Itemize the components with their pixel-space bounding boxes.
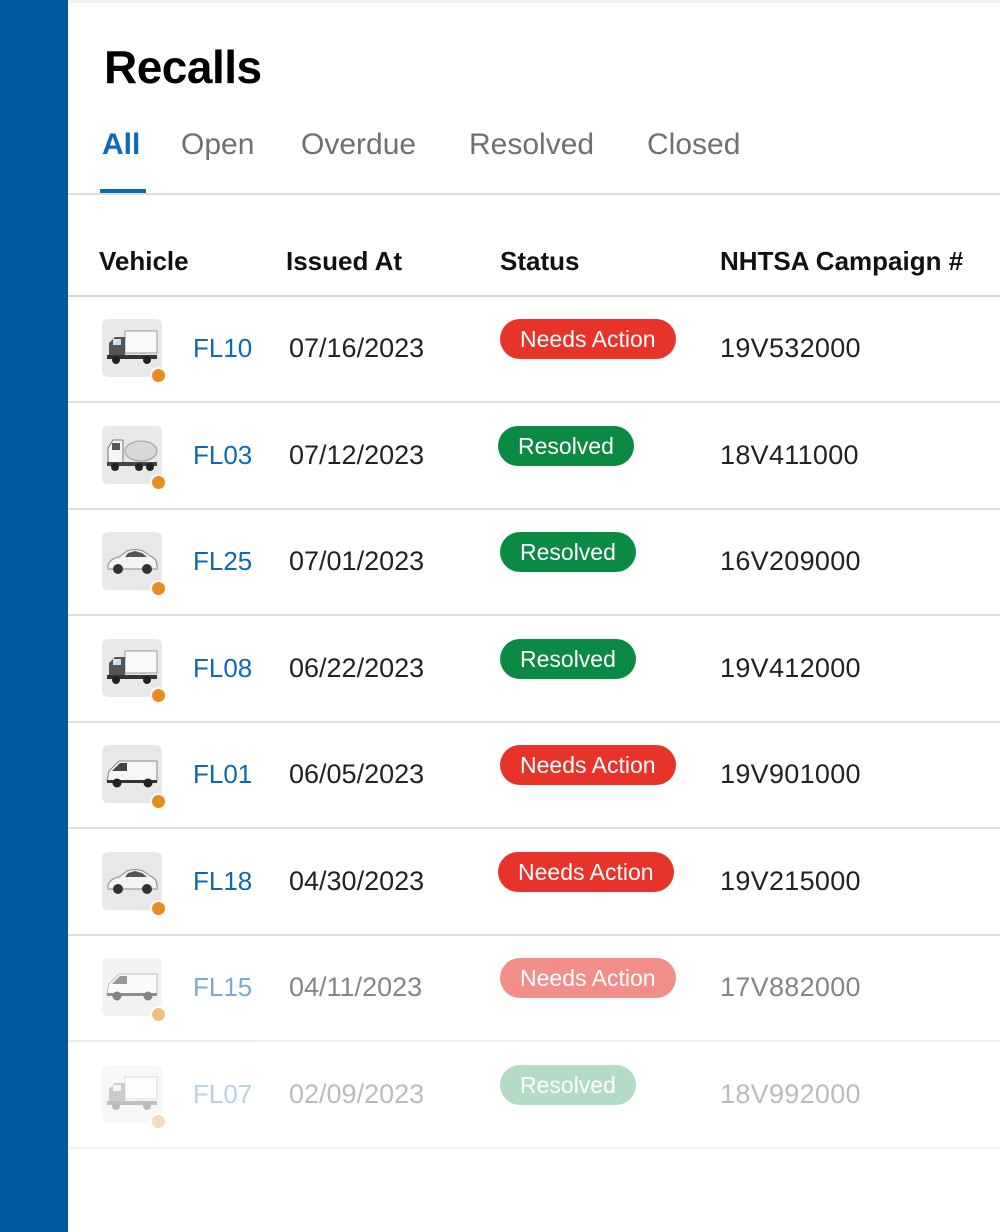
status-badge: Resolved	[500, 532, 636, 572]
status-dot	[150, 1113, 167, 1130]
issued-at-cell: 06/05/2023	[289, 759, 425, 789]
tab-resolved[interactable]: Resolved	[469, 128, 594, 186]
vehicle-link[interactable]: FL03	[193, 440, 252, 471]
vehicle-link[interactable]: FL15	[193, 972, 252, 1003]
page-title: Recalls	[104, 41, 262, 93]
status-dot	[150, 793, 167, 810]
vehicle-link[interactable]: FL18	[193, 866, 252, 897]
vehicle-link[interactable]: FL25	[193, 546, 252, 577]
campaign-number-cell: 18V411000	[720, 440, 859, 470]
issued-at-cell: 04/30/2023	[289, 866, 425, 896]
vehicle-thumbnail	[102, 532, 167, 597]
sidebar	[0, 0, 68, 1232]
issued-at-cell: 07/16/2023	[289, 333, 425, 363]
tab-overdue[interactable]: Overdue	[301, 128, 416, 186]
table-row[interactable]: FL25 07/01/2023 Resolved 16V209000	[68, 510, 1000, 616]
column-header-campaign[interactable]: NHTSA Campaign #	[720, 246, 963, 277]
table-row[interactable]: FL07 02/09/2023 Resolved 18V992000	[68, 1043, 1000, 1149]
campaign-number-cell: 19V412000	[720, 653, 861, 683]
vehicle-thumbnail	[102, 1065, 167, 1130]
column-header-vehicle[interactable]: Vehicle	[99, 246, 189, 277]
status-dot	[150, 580, 167, 597]
vehicle-thumbnail	[102, 426, 167, 491]
campaign-number-cell: 17V882000	[720, 972, 861, 1002]
status-badge: Needs Action	[500, 958, 676, 998]
issued-at-cell: 06/22/2023	[289, 653, 425, 683]
campaign-number-cell: 19V901000	[720, 759, 861, 789]
status-dot	[150, 474, 167, 491]
tab-open[interactable]: Open	[181, 128, 254, 186]
status-badge: Needs Action	[500, 319, 676, 359]
campaign-number-cell: 18V992000	[720, 1079, 861, 1109]
issued-at-cell: 04/11/2023	[289, 972, 423, 1002]
vehicle-link[interactable]: FL07	[193, 1079, 252, 1110]
table-row[interactable]: FL18 04/30/2023 Needs Action 19V215000	[68, 830, 1000, 936]
status-badge: Resolved	[500, 1065, 636, 1105]
status-dot	[150, 900, 167, 917]
issued-at-cell: 07/12/2023	[289, 440, 425, 470]
table-row[interactable]: FL08 06/22/2023 Resolved 19V412000	[68, 617, 1000, 723]
status-dot	[150, 367, 167, 384]
vehicle-link[interactable]: FL01	[193, 759, 252, 790]
table-row[interactable]: FL03 07/12/2023 Resolved 18V411000	[68, 404, 1000, 510]
column-header-issued-at[interactable]: Issued At	[286, 246, 402, 277]
vehicle-link[interactable]: FL10	[193, 333, 252, 364]
vehicle-thumbnail	[102, 639, 167, 704]
status-badge: Resolved	[498, 426, 634, 466]
vehicle-thumbnail	[102, 852, 167, 917]
vehicle-thumbnail	[102, 958, 167, 1023]
tab-all[interactable]: All	[102, 128, 140, 186]
table-row[interactable]: FL10 07/16/2023 Needs Action 19V532000	[68, 297, 1000, 403]
issued-at-cell: 02/09/2023	[289, 1079, 425, 1109]
issued-at-cell: 07/01/2023	[289, 546, 425, 576]
campaign-number-cell: 16V209000	[720, 546, 861, 576]
status-badge: Needs Action	[498, 852, 674, 892]
campaign-number-cell: 19V532000	[720, 333, 861, 363]
status-badge: Resolved	[500, 639, 636, 679]
campaign-number-cell: 19V215000	[720, 866, 861, 896]
main-content: Recalls All Open Overdue Resolved Closed…	[68, 0, 1000, 1232]
vehicle-thumbnail	[102, 319, 167, 384]
status-dot	[150, 1006, 167, 1023]
table-row[interactable]: FL15 04/11/2023 Needs Action 17V882000	[68, 936, 1000, 1042]
vehicle-link[interactable]: FL08	[193, 653, 252, 684]
status-dot	[150, 687, 167, 704]
tabs-divider	[68, 193, 1000, 195]
status-badge: Needs Action	[500, 745, 676, 785]
top-divider	[68, 0, 1000, 3]
table-row[interactable]: FL01 06/05/2023 Needs Action 19V901000	[68, 723, 1000, 829]
tab-closed[interactable]: Closed	[647, 128, 740, 186]
vehicle-thumbnail	[102, 745, 167, 810]
column-header-status[interactable]: Status	[500, 246, 579, 277]
